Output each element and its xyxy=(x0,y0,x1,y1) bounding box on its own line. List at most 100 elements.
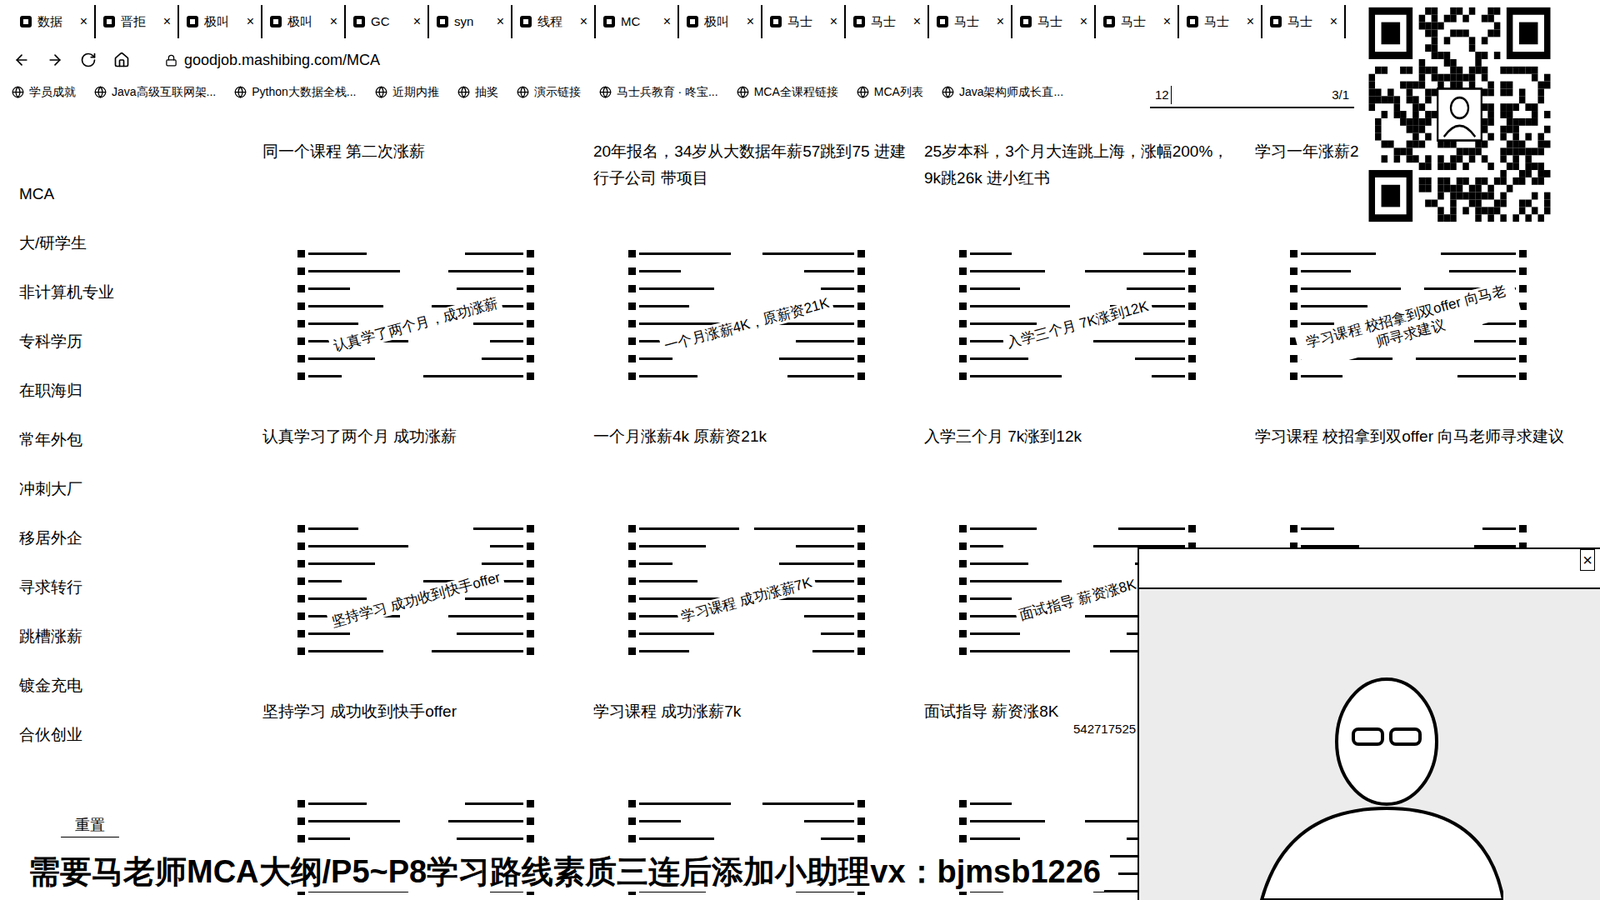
success-card[interactable]: 坚持学习 成功收到快手offer坚持学习 成功收到快手offer xyxy=(262,518,594,752)
tab-close-button[interactable]: × xyxy=(1080,11,1088,32)
tab-favicon-icon xyxy=(19,15,33,29)
browser-tab[interactable]: 极叫× xyxy=(262,5,346,39)
sidebar-item[interactable]: 合伙创业 xyxy=(19,710,263,760)
browser-tab[interactable]: 线程× xyxy=(512,5,596,39)
success-card[interactable]: 一个月涨薪4K，原薪资21K一个月涨薪4k 原薪资21k xyxy=(593,243,925,477)
tab-favicon-icon xyxy=(602,15,616,29)
overlay-number: 542717525 xyxy=(1071,720,1138,740)
bookmark-item[interactable]: 马士兵教育 · 咚宝... xyxy=(599,83,719,101)
bookmark-icon xyxy=(736,85,750,99)
tab-favicon-icon xyxy=(852,15,866,29)
home-icon[interactable] xyxy=(113,51,130,69)
tab-close-button[interactable]: × xyxy=(996,11,1005,32)
success-card[interactable]: 入学三个月 7K涨到12K入学三个月 7k涨到12k xyxy=(924,243,1255,477)
browser-tab[interactable]: 马士× xyxy=(929,5,1013,39)
browser-tab[interactable]: 马士× xyxy=(1095,5,1180,39)
tab-favicon-icon xyxy=(185,15,200,29)
browser-tab[interactable]: 晋拒× xyxy=(95,5,180,39)
bookmark-item[interactable]: Java架构师成长直... xyxy=(941,83,1064,101)
card-thumbnail[interactable]: 学习课程 校招拿到双offer 向马老师寻求建议 xyxy=(1283,243,1534,407)
sidebar-item[interactable]: 常年外包 xyxy=(19,415,263,465)
bookmark-item[interactable]: 近期内推 xyxy=(375,83,440,101)
sidebar-item[interactable]: 冲刺大厂 xyxy=(19,465,263,515)
tab-favicon-icon xyxy=(769,15,783,29)
bookmark-item[interactable]: 抽奖 xyxy=(457,83,499,101)
tab-close-button[interactable]: × xyxy=(1330,11,1338,32)
sidebar-item[interactable]: 镀金充电 xyxy=(19,661,263,711)
tab-close-button[interactable]: × xyxy=(1163,11,1171,32)
tab-close-button[interactable]: × xyxy=(580,11,588,32)
sidebar-item[interactable]: 专科学历 xyxy=(19,317,263,367)
tab-close-button[interactable]: × xyxy=(163,11,171,32)
browser-tab[interactable]: 极叫× xyxy=(679,5,763,39)
card-thumbnail[interactable]: 坚持学习 成功收到快手offer xyxy=(290,518,541,682)
lock-icon xyxy=(165,54,178,67)
reset-button[interactable]: 重置 xyxy=(75,813,105,837)
find-bar: 12 3/1 xyxy=(1150,83,1355,109)
bookmark-item[interactable]: Java高级互联网架... xyxy=(94,83,216,101)
card-caption: 20年报名，34岁从大数据年薪57跳到75 进建行子公司 带项目 xyxy=(593,138,925,192)
sidebar-item[interactable]: 非计算机专业 xyxy=(19,268,263,318)
card-thumbnail[interactable]: 入学三个月 7K涨到12K xyxy=(952,243,1203,407)
bookmark-item[interactable]: MCA全课程链接 xyxy=(736,83,839,101)
browser-tab[interactable]: MC× xyxy=(595,5,680,39)
find-count: 3/1 xyxy=(1331,85,1350,105)
browser-tab[interactable]: 马士× xyxy=(1179,5,1263,39)
tab-close-button[interactable]: × xyxy=(496,11,505,32)
presenter-icon xyxy=(1236,650,1504,900)
sidebar-item[interactable]: 在职海归 xyxy=(19,366,263,416)
back-icon[interactable] xyxy=(13,51,30,69)
tab-favicon-icon xyxy=(352,15,366,29)
sidebar: MCA大/研学生非计算机专业专科学历在职海归常年外包冲刺大厂移居外企寻求转行跳槽… xyxy=(0,106,263,900)
sidebar-item[interactable]: 移居外企 xyxy=(19,514,263,564)
tab-close-button[interactable]: × xyxy=(330,11,338,32)
find-input[interactable]: 12 xyxy=(1155,85,1172,105)
success-card[interactable]: 认真学了两个月，成功涨薪认真学习了两个月 成功涨薪 xyxy=(262,243,594,477)
tab-close-button[interactable]: × xyxy=(663,11,671,32)
tab-close-button[interactable]: × xyxy=(246,11,255,32)
video-frame xyxy=(1139,589,1600,900)
bookmark-item[interactable]: 演示链接 xyxy=(516,83,581,101)
sidebar-item[interactable]: 大/研学生 xyxy=(19,219,263,269)
bookmark-item[interactable]: 学员成就 xyxy=(11,83,76,101)
browser-tab[interactable]: 马士× xyxy=(1262,5,1346,39)
browser-tab[interactable]: 数据× xyxy=(12,5,96,39)
sidebar-item[interactable]: 寻求转行 xyxy=(19,563,263,613)
tab-favicon-icon xyxy=(935,15,950,29)
forward-icon[interactable] xyxy=(46,51,64,69)
thumbnail-stamp: 学习课程 成功涨薪7K xyxy=(675,573,817,627)
reload-icon[interactable] xyxy=(80,51,97,69)
browser-tab[interactable]: 马士× xyxy=(1012,5,1096,39)
browser-tab[interactable]: syn× xyxy=(429,5,513,39)
bookmark-item[interactable]: Python大数据全栈... xyxy=(234,83,356,101)
thumbnail-stamp: 坚持学习 成功收到快手offer xyxy=(326,568,506,633)
success-card[interactable]: 学习课程 成功涨薪7K学习课程 成功涨薪7k xyxy=(593,518,925,752)
tab-close-button[interactable]: × xyxy=(913,11,921,32)
card-thumbnail[interactable]: 一个月涨薪4K，原薪资21K xyxy=(621,243,872,407)
tab-favicon-icon xyxy=(1102,15,1116,29)
sidebar-item[interactable]: MCA xyxy=(19,170,263,220)
browser-tab[interactable]: 马士× xyxy=(845,5,930,39)
success-card[interactable]: 学习课程 校招拿到双offer 向马老师寻求建议学习课程 校招拿到双offer … xyxy=(1255,243,1586,477)
promo-banner: 需要马老师MCA大纲/P5~P8学习路线素质三连后添加小助理vx：bjmsb12… xyxy=(25,851,1105,892)
tab-close-button[interactable]: × xyxy=(413,11,421,32)
browser-tab[interactable]: 马士× xyxy=(762,5,846,39)
tab-close-button[interactable]: × xyxy=(746,11,755,32)
card-caption: 25岁本科，3个月大连跳上海，涨幅200%，9k跳26k 进小红书 xyxy=(924,138,1255,192)
bookmark-item[interactable]: MCA列表 xyxy=(856,83,924,101)
bookmark-icon xyxy=(516,85,530,99)
tab-close-button[interactable]: × xyxy=(830,11,838,32)
thumbnail-stamp: 学习课程 校招拿到双offer 向马老师寻求建议 xyxy=(1295,279,1522,372)
url-field[interactable]: goodjob.mashibing.com/MCA xyxy=(184,49,380,72)
bookmarks-bar: 学员成就 Java高级互联网架... Python大数据全栈... 近期内推抽奖演示链… xyxy=(0,76,1600,107)
browser-tab[interactable]: GC× xyxy=(345,5,430,39)
tab-close-button[interactable]: × xyxy=(1246,11,1255,32)
bookmark-icon xyxy=(856,85,870,99)
video-close-button[interactable]: × xyxy=(1580,549,1595,571)
bookmark-icon xyxy=(941,85,955,99)
card-thumbnail[interactable]: 认真学了两个月，成功涨薪 xyxy=(290,243,541,407)
tab-close-button[interactable]: × xyxy=(80,11,88,32)
browser-tab[interactable]: 极叫× xyxy=(179,5,263,39)
card-thumbnail[interactable]: 学习课程 成功涨薪7K xyxy=(621,518,872,682)
sidebar-item[interactable]: 跳槽涨薪 xyxy=(19,612,263,662)
